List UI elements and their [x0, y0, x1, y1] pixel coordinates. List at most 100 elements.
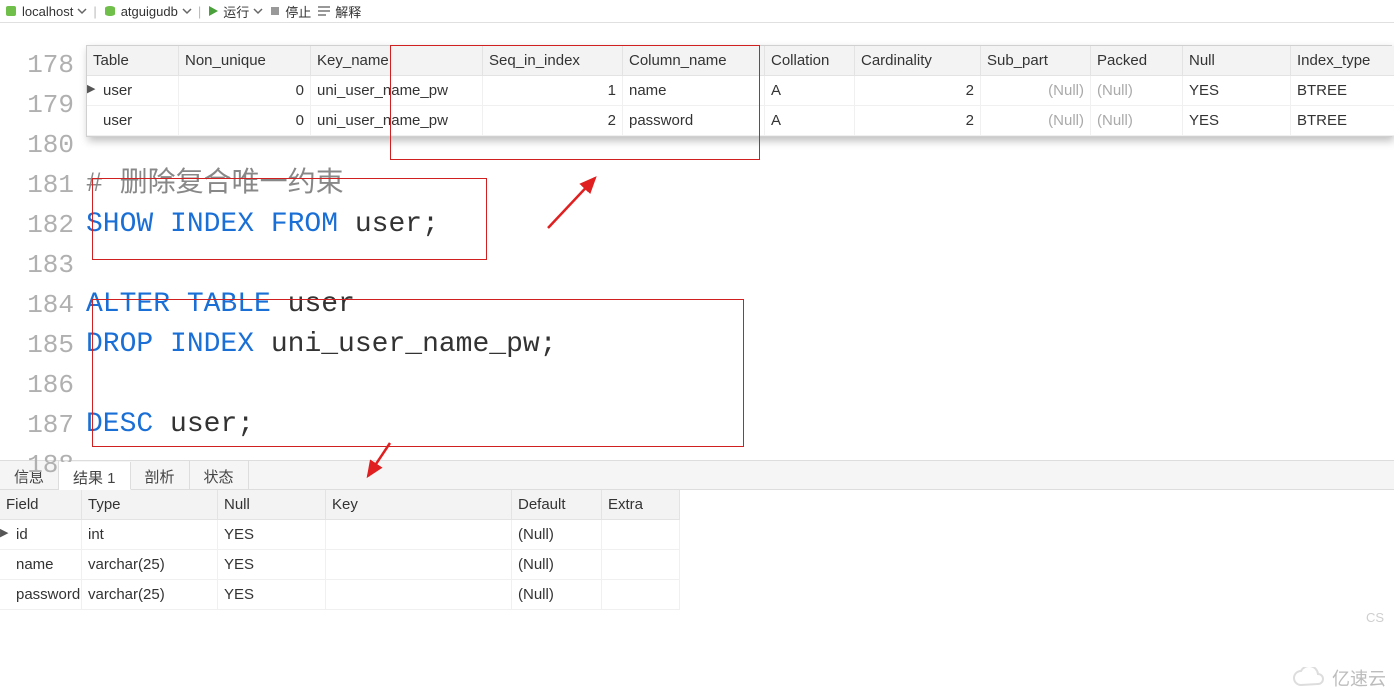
cell[interactable]: uni_user_name_pw — [311, 106, 483, 136]
cell[interactable]: A — [765, 76, 855, 106]
code-line: # 删除复合唯一约束 — [86, 165, 1394, 205]
desc-result-grid[interactable]: Field Type Null Key Default Extra ▶id in… — [0, 490, 1394, 610]
cell[interactable]: YES — [218, 550, 326, 580]
cell[interactable]: 0 — [179, 76, 311, 106]
cell[interactable]: YES — [1183, 76, 1291, 106]
code-line — [86, 445, 1394, 485]
line-number: 183 — [0, 245, 74, 285]
cell[interactable]: ▶id — [0, 520, 82, 550]
tab-result-1[interactable]: 结果 1 — [59, 462, 131, 490]
col-sub-part[interactable]: Sub_part — [981, 46, 1091, 76]
cell[interactable]: 1 — [483, 76, 623, 106]
connection-icon — [4, 4, 18, 18]
col-seq-in-index[interactable]: Seq_in_index — [483, 46, 623, 76]
database-label: atguigudb — [121, 4, 178, 19]
index-result-panel: Table Non_unique Key_name Seq_in_index C… — [86, 45, 1392, 137]
col-index-type[interactable]: Index_type — [1291, 46, 1394, 76]
chevron-down-icon — [253, 6, 263, 16]
cell[interactable] — [326, 520, 512, 550]
cell[interactable]: BTREE — [1291, 76, 1394, 106]
col-extra[interactable]: Extra — [602, 490, 680, 520]
cell[interactable]: varchar(25) — [82, 580, 218, 610]
cell[interactable]: YES — [218, 580, 326, 610]
row-marker-icon: ▶ — [0, 526, 8, 539]
run-label: 运行 — [223, 2, 249, 21]
col-non-unique[interactable]: Non_unique — [179, 46, 311, 76]
cloud-icon — [1292, 667, 1326, 689]
database-icon — [103, 4, 117, 18]
col-key-name[interactable]: Key_name — [311, 46, 483, 76]
line-gutter: 178 179 180 181 182 183 184 185 186 187 … — [0, 23, 86, 460]
stop-button[interactable]: 停止 — [269, 2, 311, 21]
cell[interactable] — [602, 520, 680, 550]
cell[interactable]: (Null) — [512, 580, 602, 610]
cell[interactable]: varchar(25) — [82, 550, 218, 580]
chevron-down-icon — [77, 6, 87, 16]
code-line — [86, 365, 1394, 405]
cell[interactable]: A — [765, 106, 855, 136]
col-type[interactable]: Type — [82, 490, 218, 520]
connection-combo[interactable]: localhost — [4, 4, 87, 19]
code-line: DESC user; — [86, 405, 1394, 445]
col-default[interactable]: Default — [512, 490, 602, 520]
col-table[interactable]: Table — [87, 46, 179, 76]
run-button[interactable]: 运行 — [207, 2, 263, 21]
cell[interactable]: BTREE — [1291, 106, 1394, 136]
col-collation[interactable]: Collation — [765, 46, 855, 76]
cell[interactable] — [602, 550, 680, 580]
col-cardinality[interactable]: Cardinality — [855, 46, 981, 76]
cell[interactable]: password — [0, 580, 82, 610]
cell[interactable]: (Null) — [512, 550, 602, 580]
stop-icon — [269, 5, 281, 17]
cs-watermark: CS — [1366, 610, 1384, 625]
code-line: DROP INDEX uni_user_name_pw; — [86, 325, 1394, 365]
index-result-grid[interactable]: Table Non_unique Key_name Seq_in_index C… — [87, 46, 1391, 136]
line-number: 184 — [0, 285, 74, 325]
cell[interactable]: (Null) — [981, 76, 1091, 106]
separator: | — [198, 4, 201, 19]
connection-label: localhost — [22, 4, 73, 19]
cell[interactable]: (Null) — [1091, 76, 1183, 106]
line-number: 178 — [0, 45, 74, 85]
cell[interactable] — [602, 580, 680, 610]
cell[interactable]: 0 — [179, 106, 311, 136]
cell[interactable]: password — [623, 106, 765, 136]
explain-icon — [317, 5, 331, 17]
cell[interactable] — [326, 550, 512, 580]
desc-result-panel: Field Type Null Key Default Extra ▶id in… — [0, 490, 1394, 610]
cell[interactable]: user — [87, 106, 179, 136]
watermark-text: 亿速云 — [1332, 665, 1386, 691]
cell[interactable] — [326, 580, 512, 610]
chevron-down-icon — [182, 6, 192, 16]
cell[interactable]: int — [82, 520, 218, 550]
cell[interactable]: YES — [218, 520, 326, 550]
cell[interactable]: uni_user_name_pw — [311, 76, 483, 106]
cell[interactable]: name — [0, 550, 82, 580]
cell[interactable]: (Null) — [512, 520, 602, 550]
cell[interactable]: 2 — [483, 106, 623, 136]
cell[interactable]: 2 — [855, 76, 981, 106]
explain-button[interactable]: 解释 — [317, 2, 361, 21]
cell[interactable]: 2 — [855, 106, 981, 136]
stop-label: 停止 — [285, 2, 311, 21]
col-packed[interactable]: Packed — [1091, 46, 1183, 76]
code-line: ALTER TABLE user — [86, 285, 1394, 325]
cell[interactable]: (Null) — [981, 106, 1091, 136]
line-number: 187 — [0, 405, 74, 445]
explain-label: 解释 — [335, 2, 361, 21]
cell[interactable]: ▶user — [87, 76, 179, 106]
code-line: SHOW INDEX FROM user; — [86, 205, 1394, 245]
cell[interactable]: YES — [1183, 106, 1291, 136]
line-number: 180 — [0, 125, 74, 165]
col-null[interactable]: Null — [218, 490, 326, 520]
col-key[interactable]: Key — [326, 490, 512, 520]
col-column-name[interactable]: Column_name — [623, 46, 765, 76]
col-null[interactable]: Null — [1183, 46, 1291, 76]
code-line — [86, 245, 1394, 285]
col-field[interactable]: Field — [0, 490, 82, 520]
line-number: 179 — [0, 85, 74, 125]
cell[interactable]: name — [623, 76, 765, 106]
separator: | — [93, 4, 96, 19]
cell[interactable]: (Null) — [1091, 106, 1183, 136]
database-combo[interactable]: atguigudb — [103, 4, 192, 19]
